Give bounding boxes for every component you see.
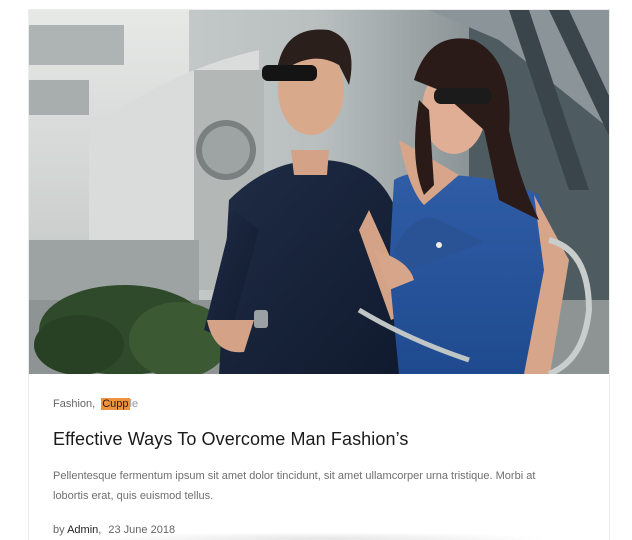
post-categories: Fashion, Cupple [53, 397, 138, 411]
couple-photo-icon [29, 10, 609, 374]
category-link-fashion[interactable]: Fashion [53, 398, 92, 410]
by-label: by [53, 524, 65, 536]
category-rest-text: le [129, 398, 139, 410]
post-featured-image[interactable] [29, 10, 609, 374]
category-separator: , [92, 398, 96, 410]
card-shadow [89, 532, 549, 540]
category-highlight-text: Cupp [101, 398, 130, 410]
post-excerpt: Pellentesque fermentum ipsum sit amet do… [53, 470, 536, 502]
blog-post-card: Fashion, Cupple Effective Ways To Overcom… [28, 9, 610, 540]
post-title[interactable]: Effective Ways To Overcome Man Fashion’s [53, 428, 408, 450]
category-link-couple[interactable]: Cupple [101, 398, 138, 410]
